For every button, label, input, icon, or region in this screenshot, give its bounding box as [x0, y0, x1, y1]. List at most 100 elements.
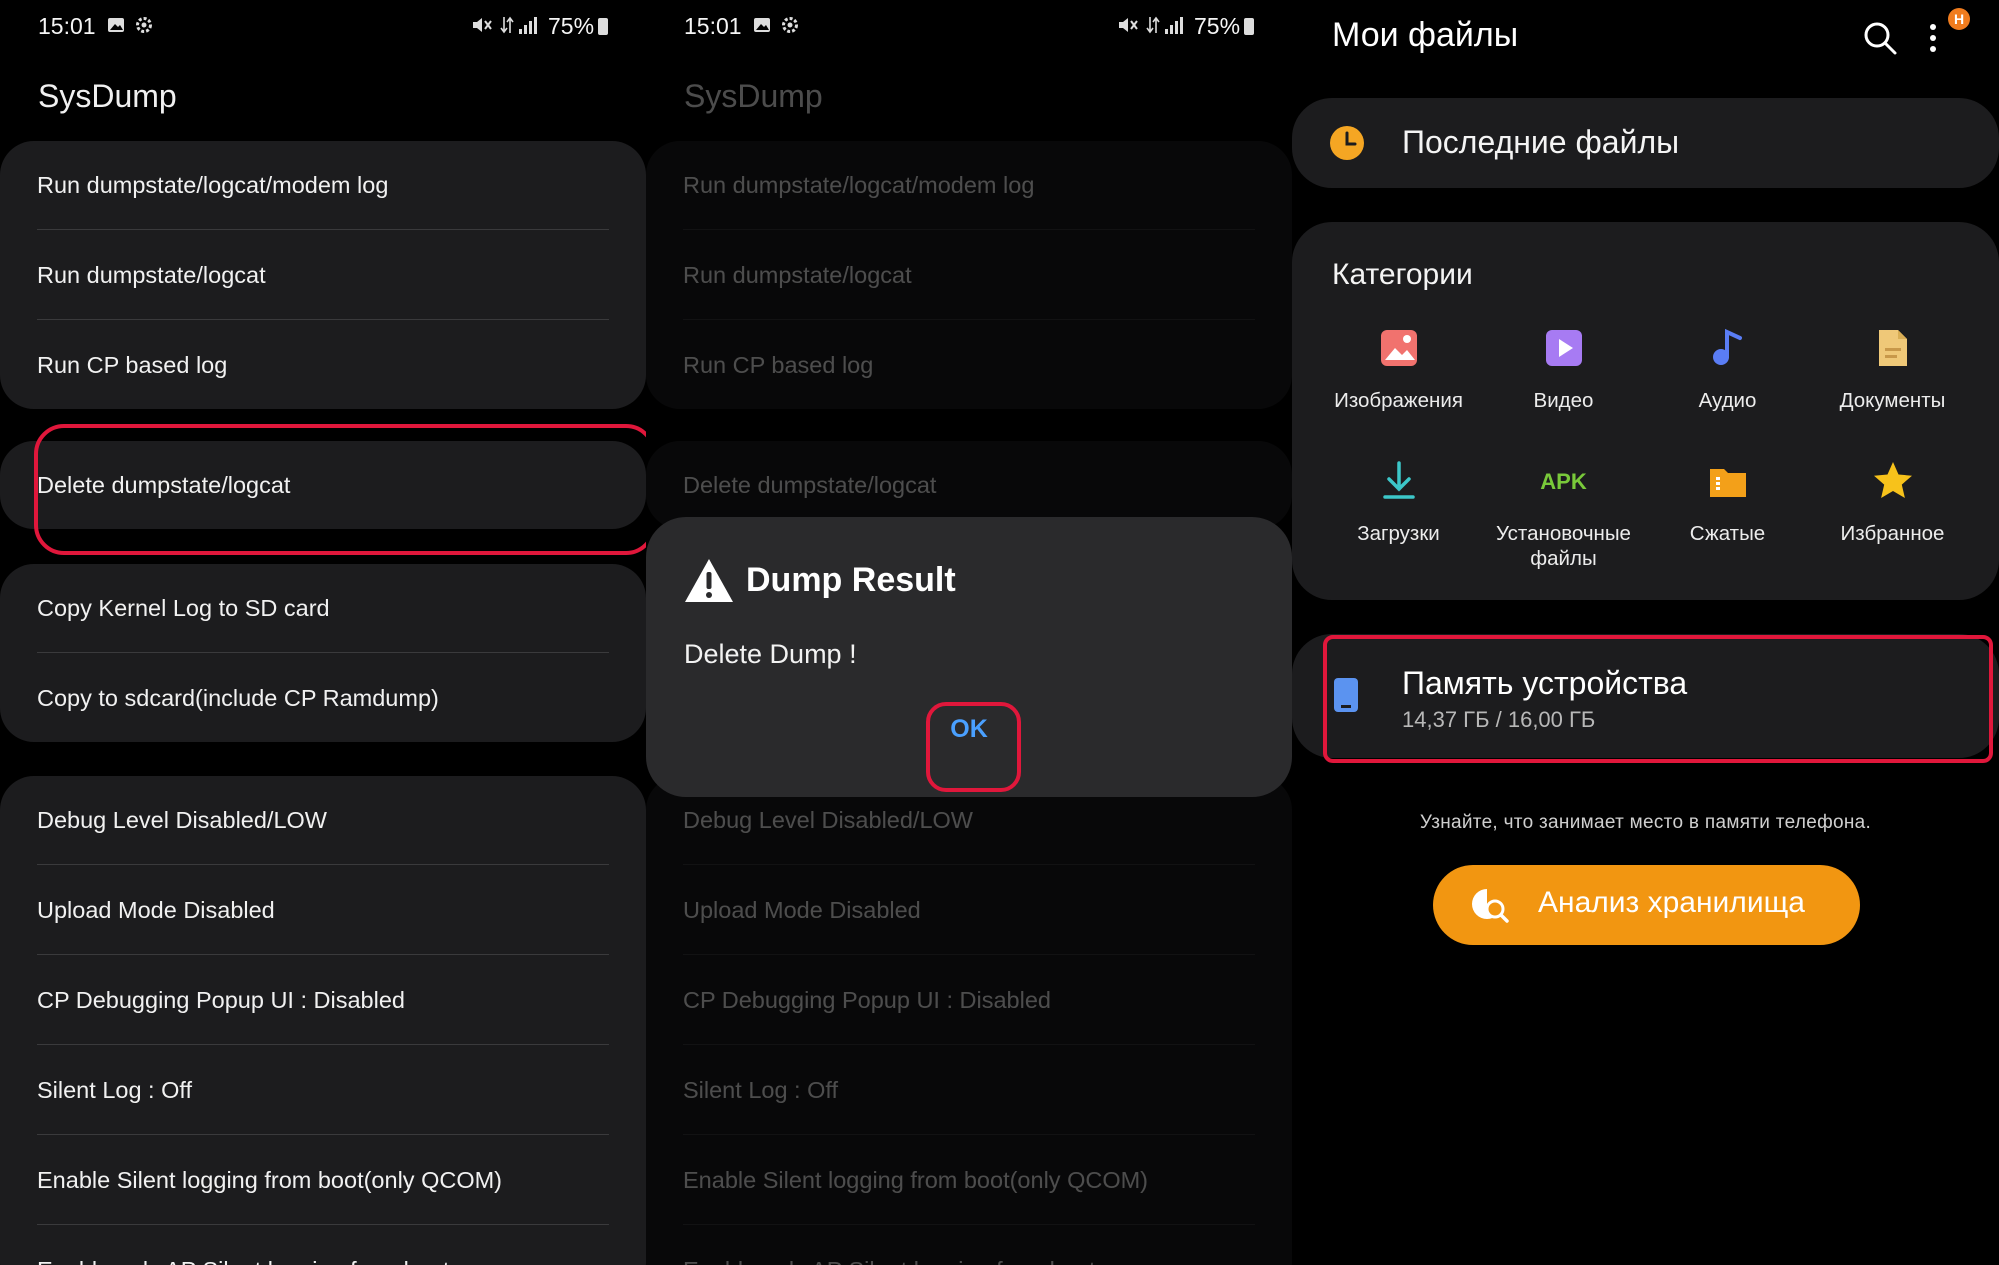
category-favorites[interactable]: Избранное: [1810, 457, 1975, 546]
menu-item-upload-mode: Upload Mode Disabled: [683, 897, 921, 923]
menu-item-silent-log: Silent Log : Off: [683, 1077, 839, 1103]
storage-hint: Узнайте, что занимает место в памяти тел…: [1419, 812, 1872, 833]
analyze-storage-label[interactable]: Анализ хранилища: [1538, 886, 1805, 920]
my-files-screen: Мои файлы H Последние файлы Категории Из…: [1292, 0, 1999, 1265]
signal-icon: [1165, 17, 1183, 34]
menu-item-delete-dumpstate: Delete dumpstate/logcat: [683, 472, 937, 498]
dump-result-dialog: Dump Result Delete Dump ! OK: [646, 517, 1292, 797]
divider: [683, 864, 1255, 865]
battery-percent: 75%: [548, 13, 595, 39]
status-time: 15:01: [684, 13, 742, 39]
status-bar: 15:01 75%: [0, 0, 646, 52]
category-label: Документы: [1839, 389, 1946, 412]
menu-item-silent-logging-boot: Enable Silent logging from boot(only QCO…: [683, 1167, 1148, 1193]
battery-icon: [1244, 18, 1254, 35]
settings-card: Run dumpstate/logcat/modem log Run dumps…: [0, 141, 646, 409]
category-apk[interactable]: APK Установочные файлы: [1481, 457, 1646, 571]
divider: [37, 1044, 609, 1045]
category-video[interactable]: Видео: [1481, 324, 1646, 413]
sysdump-screen: 15:01 75% SysDump Run dumpstate/logcat/m…: [0, 0, 646, 1265]
images-icon: [1375, 324, 1423, 372]
data-transfer-icon: [1146, 16, 1160, 34]
category-label: Аудио: [1698, 389, 1757, 412]
settings-card: Delete dumpstate/logcat: [0, 441, 646, 529]
more-options-icon[interactable]: [1928, 22, 1938, 54]
divider: [37, 1134, 609, 1135]
page-title: Мои файлы: [1332, 16, 1519, 54]
menu-item-run-dumpstate-modem[interactable]: Run dumpstate/logcat/modem log: [37, 172, 609, 199]
settings-card: Debug Level Disabled/LOW Upload Mode Dis…: [646, 776, 1292, 1265]
settings-card: Debug Level Disabled/LOW Upload Mode Dis…: [0, 776, 646, 1265]
divider: [37, 954, 609, 955]
category-label: Установочные файлы: [1496, 522, 1631, 570]
menu-item-debug-level[interactable]: Debug Level Disabled/LOW: [37, 807, 609, 834]
category-label: Избранное: [1840, 522, 1945, 545]
menu-item-upload-mode[interactable]: Upload Mode Disabled: [37, 897, 609, 924]
downloads-icon: [1375, 457, 1423, 505]
apk-icon-text: APK: [1540, 469, 1587, 494]
status-bar: 15:01 75%: [646, 0, 1292, 52]
category-label: Видео: [1533, 389, 1594, 412]
divider: [683, 229, 1255, 230]
menu-item-run-cp-log[interactable]: Run CP based log: [37, 352, 609, 379]
recent-files-label[interactable]: Последние файлы: [1402, 124, 1679, 161]
category-audio[interactable]: Аудио: [1645, 324, 1810, 413]
menu-item-run-dumpstate: Run dumpstate/logcat: [683, 262, 912, 288]
menu-item-cp-debugging-popup[interactable]: CP Debugging Popup UI : Disabled: [37, 987, 609, 1014]
category-label: Изображения: [1334, 389, 1463, 412]
audio-icon: [1704, 324, 1752, 372]
divider: [683, 319, 1255, 320]
divider: [683, 954, 1255, 955]
ok-button[interactable]: OK: [929, 701, 1009, 757]
category-images[interactable]: Изображения: [1316, 324, 1481, 413]
analyze-storage-button[interactable]: Анализ хранилища: [1433, 865, 1860, 945]
warning-icon: [685, 559, 733, 602]
menu-item-silent-log[interactable]: Silent Log : Off: [37, 1077, 609, 1104]
menu-item-ap-silent-logging: Enable only AP Silent logging from boot: [683, 1257, 1255, 1265]
menu-item-run-dumpstate[interactable]: Run dumpstate/logcat: [37, 262, 609, 289]
search-icon[interactable]: [1862, 20, 1898, 56]
categories-title: Категории: [1332, 258, 1473, 291]
mute-icon: [1119, 18, 1138, 32]
documents-icon: [1869, 324, 1917, 372]
gallery-notification-icon: [754, 18, 770, 32]
storage-usage: 14,37 ГБ / 16,00 ГБ: [1402, 707, 1596, 732]
category-label: Сжатые: [1689, 522, 1766, 545]
category-compressed[interactable]: Сжатые: [1645, 457, 1810, 546]
favorites-star-icon: [1869, 457, 1917, 505]
compressed-icon: [1704, 457, 1752, 505]
clock-icon: [1330, 126, 1364, 160]
menu-item-copy-kernel-log[interactable]: Copy Kernel Log to SD card: [37, 595, 609, 622]
category-documents[interactable]: Документы: [1810, 324, 1975, 413]
page-title: SysDump: [684, 78, 823, 114]
divider: [683, 1134, 1255, 1135]
settings-notification-icon: [782, 17, 798, 33]
menu-item-delete-dumpstate[interactable]: Delete dumpstate/logcat: [37, 472, 609, 499]
menu-item-silent-logging-boot[interactable]: Enable Silent logging from boot(only QCO…: [37, 1167, 609, 1194]
signal-icon: [519, 17, 537, 34]
dialog-title: Dump Result: [746, 561, 956, 599]
phone-storage-icon: [1334, 678, 1358, 712]
notification-badge: H: [1948, 8, 1970, 30]
dialog-message: Delete Dump !: [684, 639, 857, 669]
apk-icon: APK: [1540, 457, 1588, 505]
storage-title[interactable]: Память устройства: [1402, 665, 1687, 702]
menu-item-copy-to-sdcard[interactable]: Copy to sdcard(include CP Ramdump): [37, 685, 609, 712]
category-downloads[interactable]: Загрузки: [1316, 457, 1481, 546]
storage-analysis-icon: [1472, 889, 1509, 923]
divider: [37, 1224, 609, 1225]
menu-item-ap-silent-logging[interactable]: Enable only AP Silent logging from boot: [37, 1257, 609, 1265]
sysdump-dialog-screen: 15:01 75% SysDump Run dumpstate/logcat/m…: [646, 0, 1292, 1265]
data-transfer-icon: [500, 16, 514, 34]
menu-item-run-dumpstate-modem: Run dumpstate/logcat/modem log: [683, 172, 1035, 198]
battery-icon: [598, 18, 608, 35]
settings-card: Run dumpstate/logcat/modem log Run dumps…: [646, 141, 1292, 409]
divider: [37, 652, 609, 653]
battery-percent: 75%: [1194, 13, 1241, 39]
video-icon: [1540, 324, 1588, 372]
settings-card: Copy Kernel Log to SD card Copy to sdcar…: [0, 564, 646, 742]
divider: [683, 1224, 1255, 1225]
menu-item-cp-debugging-popup: CP Debugging Popup UI : Disabled: [683, 987, 1051, 1013]
page-title: SysDump: [38, 78, 177, 114]
divider: [37, 864, 609, 865]
